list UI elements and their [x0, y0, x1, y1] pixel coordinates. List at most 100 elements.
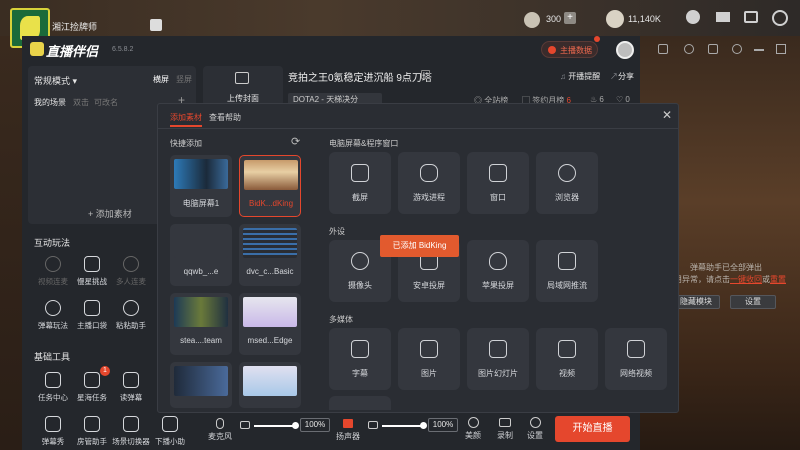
multi-link-tool[interactable]: 多人连麦: [111, 256, 151, 287]
headset-icon[interactable]: [684, 44, 694, 54]
refresh-icon[interactable]: ⟳: [291, 135, 300, 148]
tile-subtitle[interactable]: 字幕: [329, 328, 391, 390]
close-icon[interactable]: ✕: [662, 108, 672, 122]
add-coins-button[interactable]: +: [564, 12, 576, 24]
screen-icon[interactable]: [744, 11, 758, 23]
host-data-button[interactable]: 主播数据: [541, 41, 598, 58]
video-link-tool[interactable]: 视频连麦: [33, 256, 73, 287]
edit-title-icon[interactable]: [421, 70, 430, 79]
tile-label: 图片幻灯片: [478, 369, 518, 378]
image-icon: [235, 72, 249, 84]
mail-icon[interactable]: [716, 12, 730, 22]
beauty-button[interactable]: 美颜: [462, 417, 484, 441]
read-danmaku-tool[interactable]: 读弹幕: [111, 372, 151, 403]
speaker-settings-icon[interactable]: [368, 421, 378, 429]
quick-item-bidking[interactable]: BidK...dKing: [239, 155, 301, 217]
window-controls: [658, 44, 800, 56]
mode-select[interactable]: 常规模式 ▾: [34, 74, 77, 87]
calendar-icon[interactable]: [708, 44, 718, 54]
mic-settings-icon[interactable]: [240, 421, 250, 429]
tool-label: 慢星挑战: [77, 277, 107, 286]
quick-item-more2[interactable]: [239, 362, 301, 408]
star-task-tool[interactable]: 星海任务: [72, 372, 112, 403]
quick-item-steam[interactable]: stea....team: [170, 293, 232, 355]
more1-preview: [174, 366, 228, 396]
landscape-tab[interactable]: 横屏: [153, 74, 169, 85]
chat-icon[interactable]: [658, 44, 668, 54]
friends-icon[interactable]: [686, 10, 700, 24]
download-icon: [45, 300, 61, 316]
tile-network-video[interactable]: 网络视频: [605, 328, 667, 390]
quick-item-label: BidK...dKing: [248, 199, 294, 208]
speaker-volume-value[interactable]: 100%: [428, 418, 458, 432]
reset-link[interactable]: 重置: [770, 275, 786, 284]
tile-video[interactable]: 视频: [536, 328, 598, 390]
notice-icon[interactable]: [150, 19, 162, 31]
speaker-control[interactable]: 扬声器: [334, 418, 362, 442]
tile-game-process[interactable]: 游戏进程: [398, 152, 460, 214]
tab-view-help[interactable]: 查看帮助: [209, 112, 241, 123]
share-button[interactable]: ↗分享: [610, 71, 634, 82]
gold-icon: [606, 10, 624, 28]
mic-volume-slider[interactable]: [254, 425, 296, 427]
settings-icon[interactable]: [772, 10, 788, 26]
speaker-volume-knob[interactable]: [420, 422, 427, 429]
offline-helper-tool[interactable]: 下播小助: [150, 416, 190, 447]
speaker-volume-slider[interactable]: [382, 425, 424, 427]
quick-item-dvc[interactable]: dvc_c...Basic: [239, 224, 301, 286]
task-center-tool[interactable]: 任务中心: [33, 372, 73, 403]
hide-module-button[interactable]: 隐藏模块: [672, 295, 720, 309]
danmaku-show-tool[interactable]: 弹幕秀: [33, 416, 73, 447]
quick-item-qqwb[interactable]: qqwb_...e: [170, 224, 232, 286]
open-reminder[interactable]: ♫ 开播提醒: [560, 71, 600, 82]
manager-icon: [84, 416, 100, 432]
my-scenes-label: 我的场景: [34, 98, 66, 107]
tile-browser[interactable]: 浏览器: [536, 152, 598, 214]
tile-lan-stream[interactable]: 局域网推流: [536, 240, 598, 302]
mic-control[interactable]: 麦克风: [206, 418, 234, 442]
gear-icon[interactable]: [732, 44, 742, 54]
tile-slideshow[interactable]: 图片幻灯片: [467, 328, 529, 390]
quick-item-more1[interactable]: [170, 362, 232, 408]
mic-volume-value[interactable]: 100%: [300, 418, 330, 432]
active-tab-underline: [170, 125, 202, 127]
bell-icon: ♫: [560, 72, 569, 81]
start-stream-button[interactable]: 开始直播: [555, 416, 630, 442]
tile-window[interactable]: 窗口: [467, 152, 529, 214]
upload-cover-button[interactable]: 上传封面: [203, 66, 283, 106]
add-material-dialog: 添加素材 查看帮助 ✕ 快捷添加 ⟳ 电脑屏幕1 BidK...dKing qq…: [157, 103, 679, 413]
tool-label: 多人连麦: [116, 277, 146, 286]
mic-volume-knob[interactable]: [292, 422, 299, 429]
stream-title[interactable]: 竞拍之王0氪稳定进沉船 9点刀塔: [288, 69, 432, 84]
tool-label: 星海任务: [77, 393, 107, 402]
user-avatar[interactable]: [616, 41, 634, 59]
task-icon: [45, 372, 61, 388]
record-button[interactable]: 录制: [494, 417, 516, 441]
maximize-icon[interactable]: [776, 44, 786, 54]
beauty-icon: [467, 417, 479, 428]
sticky-helper-tool[interactable]: 粘粘助手: [111, 300, 151, 331]
quick-item-edge[interactable]: msed...Edge: [239, 293, 301, 355]
room-manager-tool[interactable]: 房管助手: [72, 416, 112, 447]
tile-image[interactable]: 图片: [398, 328, 460, 390]
tile-screenshot[interactable]: 截屏: [329, 152, 391, 214]
right-settings-button[interactable]: 设置: [730, 295, 776, 309]
minimize-icon[interactable]: [754, 49, 764, 51]
tile-apple-cast[interactable]: 苹果投屏: [467, 240, 529, 302]
tile-label: 游戏进程: [413, 193, 445, 202]
host-data-dot: [594, 36, 600, 42]
tile-label: 浏览器: [555, 193, 579, 202]
tile-more[interactable]: [329, 396, 391, 410]
danmaku-play-tool[interactable]: 弹幕玩法: [33, 300, 73, 331]
host-pocket-tool[interactable]: 主播口袋: [72, 300, 112, 331]
quick-item-screen1[interactable]: 电脑屏幕1: [170, 155, 232, 217]
settings-button[interactable]: 设置: [524, 417, 546, 441]
tool-label: 房管助手: [77, 437, 107, 446]
slow-star-tool[interactable]: 慢星挑战: [72, 256, 112, 287]
scene-switcher-tool[interactable]: 场景切换器: [111, 416, 151, 447]
help-or: 或: [762, 275, 770, 284]
recall-link[interactable]: 一键收回: [730, 275, 762, 284]
portrait-tab[interactable]: 竖屏: [176, 74, 192, 85]
tab-add-material[interactable]: 添加素材: [170, 112, 202, 123]
add-material-button[interactable]: + 添加素材: [88, 207, 132, 220]
